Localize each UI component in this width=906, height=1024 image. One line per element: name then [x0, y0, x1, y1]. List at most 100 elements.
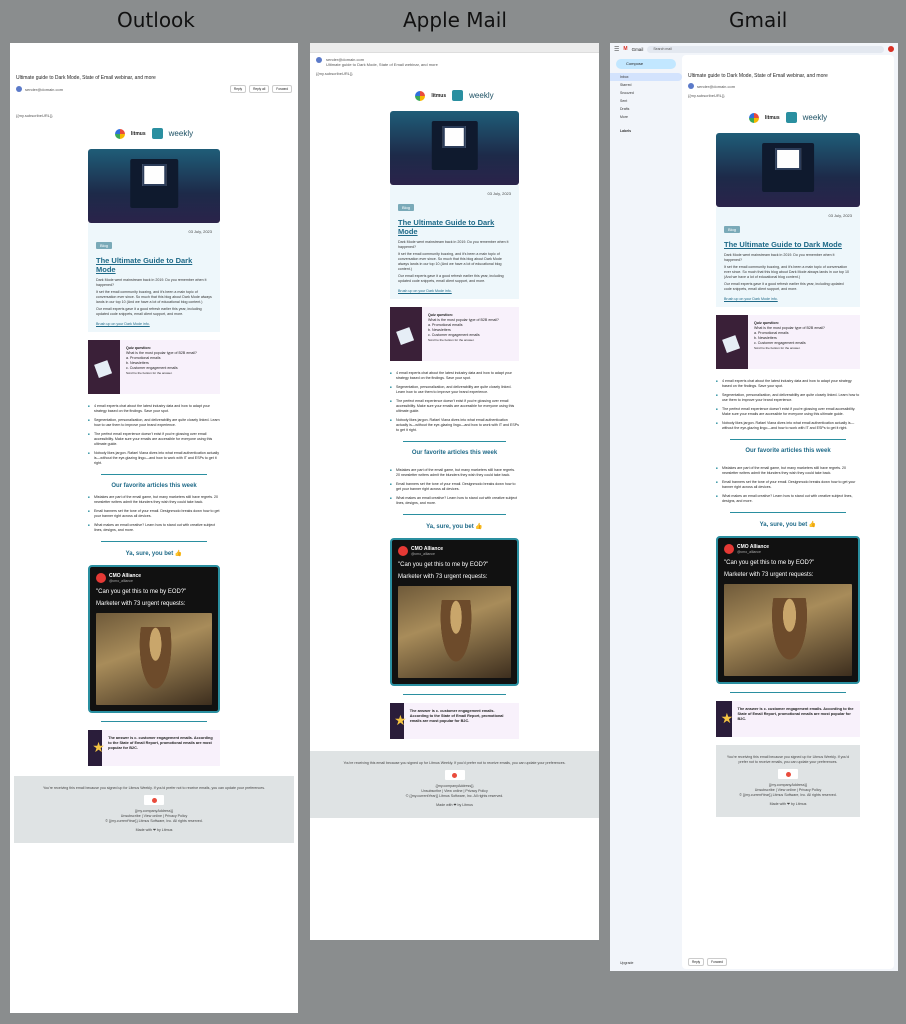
nav-inbox[interactable]: Inbox [610, 73, 682, 81]
footer-copyright: © {{my.currentYear}} Litmus Software, In… [405, 794, 504, 798]
footer-made-with: Made with ❤ by Litmus [135, 828, 173, 832]
tweet-photo [398, 586, 511, 678]
brand-header: litmus weekly [310, 90, 599, 101]
brand-header: litmus weekly [10, 128, 298, 139]
envelopes-icon [716, 315, 748, 369]
sender-address: sender@domain.com [697, 83, 736, 89]
email-subject: Ultimate guide to Dark Mode, State of Em… [16, 75, 156, 81]
article-paragraph-3: Our email experts gave it a good refresh… [724, 282, 844, 291]
article-card: 03 July, 2023 Blog The Ultimate Guide to… [88, 223, 220, 332]
nav-more[interactable]: More [610, 113, 682, 121]
sender-address: sender@domain.com [25, 86, 64, 92]
email-subject: Ultimate guide to Dark Mode, State of Em… [688, 73, 828, 79]
favorite-item: Email banners set the tone of your email… [716, 480, 860, 490]
article-headline[interactable]: The Ultimate Guide to Dark Mode [96, 256, 212, 274]
footer-logo-icon [444, 770, 465, 780]
tweet-handle: @cmo_alliance [737, 550, 761, 554]
article-date: 03 July, 2023 [828, 213, 853, 218]
email-subject: Ultimate guide to Dark Mode, State of Em… [326, 62, 438, 67]
search-input[interactable]: Search mail [647, 45, 884, 53]
bullet-item: Nobody likes jargon. Rafael Viana dives … [390, 418, 519, 433]
gmail-logo-icon: M [623, 46, 628, 52]
weekly-logo-icon [785, 112, 797, 123]
subscribe-placeholder: {{my.subscribeURL}} [16, 113, 53, 118]
article-date: 03 July, 2023 [487, 191, 512, 196]
reply-button[interactable]: Reply [229, 85, 247, 93]
gmail-reply-button[interactable]: Reply [688, 958, 705, 966]
article-cta-link[interactable]: Brush up on your Dark Mode info. [96, 322, 212, 326]
tweet-card: CMO Alliance @cmo_alliance "Can you get t… [390, 538, 519, 686]
favorites-heading: Our favorite articles this week [111, 483, 197, 489]
sender-avatar [316, 57, 322, 63]
nav-sent[interactable]: Sent [610, 97, 682, 105]
bullet-item: 4 email experts chat about the latest in… [88, 404, 220, 414]
tweet-card: CMO Alliance @cmo_alliance "Can you get t… [88, 565, 220, 713]
article-paragraph-3: Our email experts gave it a good refresh… [96, 307, 202, 316]
bet-heading: Ya, sure, you bet 👍 [759, 522, 817, 528]
nav-snoozed[interactable]: Snoozed [610, 89, 682, 97]
bullet-item: Nobody likes jargon. Rafael Viana dives … [88, 451, 220, 466]
footer-notice: You're receiving this email because you … [42, 786, 266, 790]
article-card: 03 July, 2023 Blog The Ultimate Guide to… [716, 207, 860, 307]
brand-header: litmus weekly [682, 112, 894, 123]
gmail-sidebar: Compose Inbox Starred Snoozed Sent Draft… [610, 55, 682, 971]
email-footer: You're receiving this email because you … [310, 751, 599, 818]
gmail-message-pane: Ultimate guide to Dark Mode, State of Em… [682, 55, 894, 969]
article-headline[interactable]: The Ultimate Guide to Dark Mode [724, 240, 852, 249]
article-card: 03 July, 2023 Blog The Ultimate Guide to… [390, 185, 519, 299]
tweet-photo [724, 584, 852, 676]
email-footer: You're receiving this email because you … [14, 776, 294, 843]
hero-image [390, 111, 519, 185]
bullet-item: 4 email experts chat about the latest in… [716, 379, 860, 389]
answer-block: The answer is c. customer engagement ema… [88, 730, 220, 766]
bullet-item: The perfect email experience doesn't exi… [88, 432, 220, 447]
weekly-wordmark: weekly [168, 129, 194, 138]
blog-tag: Blog [398, 204, 415, 211]
tweet-photo [96, 613, 212, 705]
footer-copyright: © {{my.currentYear}} Litmus Software, In… [105, 819, 203, 823]
answer-block: The answer is c. customer engagement ema… [716, 701, 860, 737]
favorite-item: Mistakes are part of the email game, but… [390, 468, 519, 478]
account-avatar[interactable] [888, 46, 894, 52]
bullet-item: Nobody likes jargon. Rafael Viana dives … [716, 421, 860, 431]
reply-all-button[interactable]: Reply all [249, 85, 270, 93]
nav-starred[interactable]: Starred [610, 81, 682, 89]
compose-button[interactable]: Compose [616, 59, 676, 69]
forward-button[interactable]: Forward [272, 85, 292, 93]
article-paragraph-1: Dark Mode went mainstream back in 2019. … [96, 278, 207, 287]
litmus-logo-icon [415, 90, 426, 101]
quiz-block: Quiz question: What is the most popular … [88, 340, 220, 394]
article-cta-link[interactable]: Brush up on your Dark Mode info. [398, 289, 511, 293]
tweet-line: Marketer with 73 urgent requests: [398, 574, 488, 580]
answer-text: The answer is c. customer engagement ema… [737, 707, 854, 721]
menu-icon[interactable]: ☰ [614, 46, 619, 53]
nav-drafts[interactable]: Drafts [610, 105, 682, 113]
quiz-block: Quiz question: What is the most popular … [716, 315, 860, 369]
favorite-item: Mistakes are part of the email game, but… [716, 466, 860, 476]
shooting-star-icon [88, 730, 105, 766]
bullet-item: 4 email experts chat about the latest in… [390, 371, 519, 381]
weekly-logo-icon [452, 90, 464, 101]
quiz-note: Scroll to the bottom for the answer. [754, 346, 801, 350]
article-headline[interactable]: The Ultimate Guide to Dark Mode [398, 218, 511, 236]
litmus-wordmark: litmus [431, 92, 447, 99]
litmus-logo-icon [748, 112, 759, 123]
subscribe-placeholder: {{my.subscribeURL}} [688, 93, 725, 98]
quiz-block: Quiz question: What is the most popular … [390, 307, 519, 361]
footer-made-with: Made with ❤ by Litmus [769, 802, 807, 806]
tweet-line: Marketer with 73 urgent requests: [96, 601, 186, 607]
cmo-alliance-avatar [398, 546, 408, 556]
litmus-wordmark: litmus [130, 130, 146, 137]
blog-tag: Blog [724, 226, 741, 233]
article-cta-link[interactable]: Brush up on your Dark Mode info. [724, 297, 852, 301]
gmail-forward-button[interactable]: Forward [707, 958, 727, 966]
weekly-wordmark: weekly [469, 91, 494, 100]
bullet-item: Segmentation, personalization, and deliv… [390, 385, 519, 395]
subscribe-placeholder: {{my.subscribeURL}} [316, 71, 353, 76]
envelopes-icon [88, 340, 120, 394]
outlook-column-title: Outlook [117, 8, 195, 32]
cmo-alliance-avatar [724, 544, 734, 554]
weekly-wordmark: weekly [802, 113, 828, 122]
footer-notice: You're receiving this email because you … [343, 761, 566, 765]
upgrade-link[interactable]: Upgrade [610, 959, 643, 967]
